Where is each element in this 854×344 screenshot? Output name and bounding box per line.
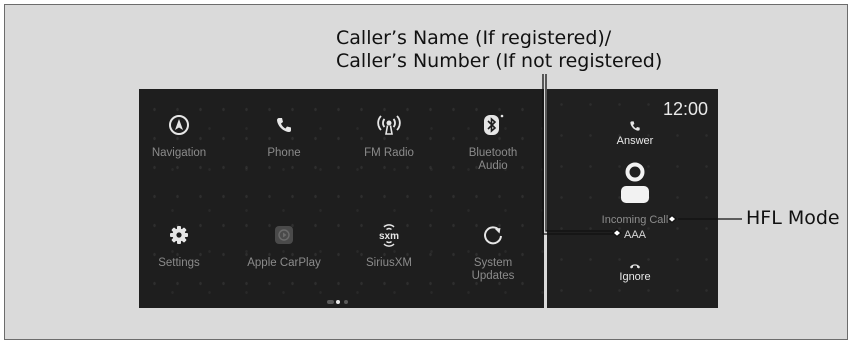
incoming-call-panel: 12:00 Answer Incoming Call AAA Ignore	[547, 89, 718, 308]
siriusxm-app-button[interactable]: sxm SiriusXM	[339, 221, 439, 270]
siriusxm-icon-text: sxm	[379, 231, 399, 242]
page-dot[interactable]	[327, 300, 334, 304]
bluetooth-audio-app-button[interactable]: Bluetooth Audio	[443, 111, 543, 173]
settings-label: Settings	[158, 257, 200, 269]
phone-app-button[interactable]: Phone	[234, 111, 334, 160]
incoming-call-label: Incoming Call	[601, 214, 669, 226]
phone-label: Phone	[267, 147, 301, 159]
caller-avatar-icon	[619, 162, 651, 204]
bluetooth-icon	[443, 111, 543, 139]
navigation-icon	[129, 111, 229, 139]
ignore-label: Ignore	[619, 271, 651, 283]
settings-app-button[interactable]: Settings	[129, 221, 229, 270]
refresh-icon	[443, 221, 543, 249]
siriusxm-label: SiriusXM	[365, 257, 412, 269]
phone-answer-icon	[585, 119, 685, 135]
answer-label: Answer	[616, 135, 654, 147]
clock: 12:00	[663, 99, 709, 119]
bluetooth-audio-label: Bluetooth Audio	[468, 147, 518, 172]
apple-carplay-app-button[interactable]: Apple CarPlay	[234, 221, 334, 270]
ignore-button[interactable]: Ignore	[585, 257, 685, 283]
hfl-mode-callout: HFL Mode	[746, 207, 840, 229]
page-dot[interactable]	[336, 300, 340, 304]
gear-icon	[129, 221, 229, 249]
carplay-icon	[234, 221, 334, 249]
apple-carplay-label: Apple CarPlay	[247, 257, 321, 269]
system-updates-label: System Updates	[471, 257, 515, 282]
page-dot[interactable]	[344, 300, 348, 304]
radio-icon	[339, 111, 439, 139]
page-indicator	[327, 300, 367, 306]
phone-icon	[234, 111, 334, 139]
fm-radio-app-button[interactable]: FM Radio	[339, 111, 439, 160]
caller-name: AAA	[623, 229, 646, 241]
navigation-app-button[interactable]: Navigation	[129, 111, 229, 160]
siriusxm-icon: sxm	[339, 221, 439, 249]
system-updates-app-button[interactable]: System Updates	[443, 221, 543, 283]
answer-button[interactable]: Answer	[585, 119, 685, 147]
hang-up-icon	[585, 257, 685, 271]
fm-radio-label: FM Radio	[364, 147, 414, 159]
home-screen: Navigation Phone FM Radio Bluetooth Audi…	[139, 89, 544, 308]
navigation-label: Navigation	[151, 147, 207, 159]
caller-name-callout: Caller’s Name (If registered)/	[336, 27, 612, 49]
caller-number-callout: Caller’s Number (If not registered)	[336, 50, 663, 72]
